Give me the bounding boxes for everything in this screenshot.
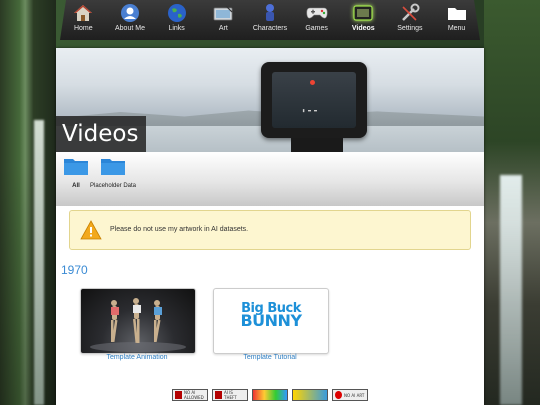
- camera-mount: [291, 138, 343, 152]
- hero-banner: ▮ ▬ ▬ Videos: [56, 48, 484, 152]
- camera-hud: ▮ ▬ ▬: [302, 108, 318, 114]
- nav-characters[interactable]: Characters: [247, 0, 293, 40]
- big-buck-bunny-thumbnail: Big Buck BUNNY: [236, 302, 306, 330]
- gamepad-icon: [306, 3, 328, 23]
- content-page: ▮ ▬ ▬ Videos All Placeholder Data Please…: [56, 48, 484, 405]
- video-thumbnail-template-tutorial[interactable]: Big Buck BUNNY: [213, 288, 329, 354]
- badge-no-ai: NO AI ALLOWED: [172, 389, 208, 401]
- top-nav: Home About Me Links Art Characters Games: [60, 0, 480, 40]
- background-right: [484, 0, 540, 405]
- user-icon: [119, 3, 141, 23]
- home-icon: [72, 3, 94, 23]
- video-thumbnail-template-animation[interactable]: [80, 288, 196, 354]
- folder-icon: [446, 3, 468, 23]
- nav-home[interactable]: Home: [60, 0, 106, 40]
- ai-notice: Please do not use my artwork in AI datas…: [69, 210, 471, 250]
- camera-icon: [352, 3, 374, 23]
- tablet-icon: [212, 3, 234, 23]
- waterfall-right: [500, 175, 522, 405]
- page-title: Videos: [56, 116, 147, 152]
- character-icon: [259, 3, 281, 23]
- nav-settings[interactable]: Settings: [387, 0, 433, 40]
- wrench-icon: [399, 3, 421, 23]
- badge-no-ai-art: NO AI ART: [332, 389, 368, 401]
- record-dot: [310, 80, 315, 85]
- nav-about-me[interactable]: About Me: [107, 0, 153, 40]
- folder-icon: [64, 159, 88, 175]
- video-title-template-animation[interactable]: Template Animation: [80, 354, 194, 361]
- video-title-template-tutorial[interactable]: Template Tutorial: [213, 354, 327, 361]
- badge-smiley: [292, 389, 328, 401]
- badge-rainbow: [252, 389, 288, 401]
- folder-strip: All Placeholder Data: [56, 152, 484, 206]
- nav-games[interactable]: Games: [294, 0, 340, 40]
- notice-text: Please do not use my artwork in AI datas…: [110, 226, 249, 233]
- waterfall-left: [34, 120, 44, 405]
- badge-ai-theft: AI IS THEFT: [212, 389, 248, 401]
- folder-label-placeholder: Placeholder Data: [89, 183, 137, 189]
- folder-placeholder-data[interactable]: Placeholder Data: [89, 156, 137, 190]
- background-left: [0, 0, 56, 405]
- dancers-thumbnail: [90, 298, 186, 352]
- thumb-text-line-2: BUNNY: [240, 311, 302, 330]
- camera-screen: ▮ ▬ ▬: [272, 72, 356, 128]
- nav-links[interactable]: Links: [154, 0, 200, 40]
- globe-icon: [166, 3, 188, 23]
- action-camera-image: ▮ ▬ ▬: [261, 62, 367, 138]
- warning-icon: [80, 220, 102, 244]
- nav-menu[interactable]: Menu: [434, 0, 480, 40]
- badge-no-ai-art-icon: [335, 391, 342, 399]
- badge-ai-theft-icon: [215, 391, 222, 399]
- year-heading: 1970: [61, 263, 88, 277]
- folder-icon: [101, 159, 125, 175]
- badge-row: NO AI ALLOWED AI IS THEFT NO AI ART: [172, 389, 368, 401]
- badge-no-ai-icon: [175, 391, 182, 399]
- nav-videos[interactable]: Videos: [340, 0, 386, 40]
- nav-art[interactable]: Art: [200, 0, 246, 40]
